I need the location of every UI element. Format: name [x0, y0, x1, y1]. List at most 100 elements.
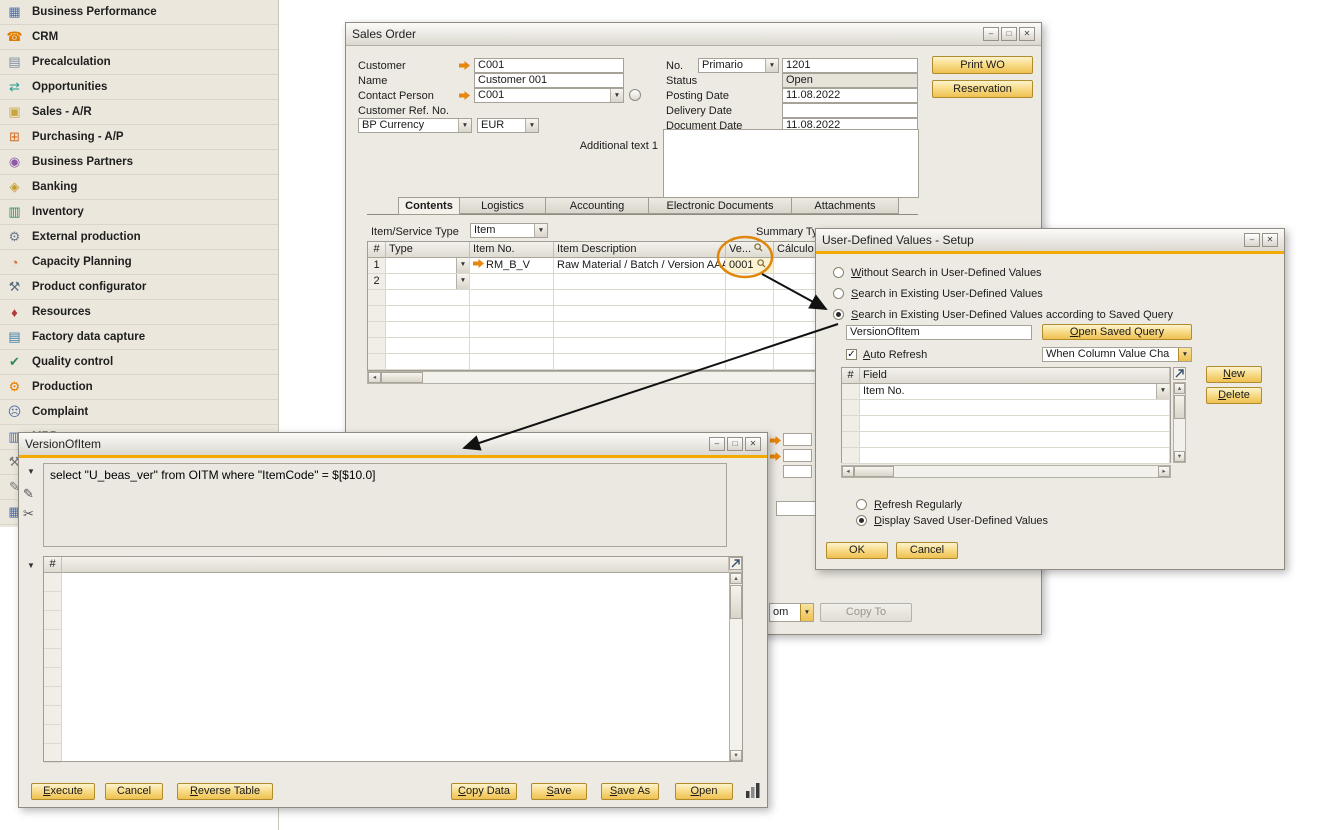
radio-saved-query-label[interactable]: Search in Existing User-Defined Values a…: [851, 309, 1173, 321]
scroll-up-icon[interactable]: ▴: [730, 573, 742, 584]
minimize-icon[interactable]: [1244, 233, 1260, 247]
radio-without-search[interactable]: [833, 267, 844, 278]
posting-date-field[interactable]: 11.08.2022: [782, 88, 918, 103]
contact-options-icon[interactable]: [629, 89, 641, 101]
chevron-down-icon[interactable]: [1178, 348, 1191, 361]
item-no-cell[interactable]: [470, 274, 554, 290]
field-grid-hscrollbar[interactable]: ◂ ▸: [841, 465, 1171, 478]
chevron-down-icon[interactable]: [610, 89, 623, 102]
sidebar-item-factory-data-capture[interactable]: Factory data capture: [0, 325, 278, 350]
edit-pencil-icon[interactable]: ✎: [23, 486, 34, 502]
link-arrow-icon[interactable]: [459, 91, 470, 100]
new-button[interactable]: New: [1206, 366, 1262, 383]
search-icon[interactable]: [757, 259, 766, 268]
type-cell[interactable]: [386, 274, 470, 290]
ok-button[interactable]: OK: [826, 542, 888, 559]
total-field-fragment[interactable]: [783, 449, 812, 462]
results-vscrollbar[interactable]: ▴ ▾: [729, 573, 742, 761]
sidebar-item-external-production[interactable]: External production: [0, 225, 278, 250]
close-icon[interactable]: [745, 437, 761, 451]
sidebar-item-production[interactable]: Production: [0, 375, 278, 400]
sidebar-item-inventory[interactable]: Inventory: [0, 200, 278, 225]
tab-accounting[interactable]: Accounting: [546, 197, 649, 214]
total-field-fragment[interactable]: [783, 433, 812, 446]
sidebar-item-quality-control[interactable]: Quality control: [0, 350, 278, 375]
scroll-down-icon[interactable]: ▾: [1174, 451, 1185, 462]
item-service-type-combo[interactable]: Item: [470, 223, 548, 238]
link-arrow-icon[interactable]: [473, 259, 484, 268]
saved-query-name-field[interactable]: VersionOfItem: [846, 325, 1032, 340]
delivery-date-field[interactable]: [782, 103, 918, 118]
sql-editor[interactable]: select "U_beas_ver" from OITM where "Ite…: [43, 463, 727, 547]
chevron-down-icon[interactable]: [1156, 384, 1169, 399]
save-button[interactable]: Save: [531, 783, 587, 800]
scroll-thumb[interactable]: [381, 372, 423, 383]
sidebar-item-banking[interactable]: Banking: [0, 175, 278, 200]
bp-currency-combo[interactable]: BP Currency: [358, 118, 472, 133]
query-window-titlebar[interactable]: VersionOfItem: [19, 433, 767, 458]
udv-titlebar[interactable]: User-Defined Values - Setup: [816, 229, 1284, 254]
copy-from-dropdown-fragment[interactable]: om: [769, 603, 814, 622]
chevron-down-icon[interactable]: [534, 224, 547, 237]
auto-refresh-label[interactable]: Auto Refresh: [863, 349, 927, 361]
additional-text-area[interactable]: [663, 129, 919, 198]
radio-existing-values-label[interactable]: Search in Existing User-Defined Values: [851, 288, 1043, 300]
contact-person-combo[interactable]: C001: [474, 88, 624, 103]
radio-display-saved[interactable]: [856, 515, 867, 526]
sidebar-item-business-performance[interactable]: Business Performance: [0, 0, 278, 25]
scroll-left-icon[interactable]: ◂: [368, 372, 381, 383]
results-section-caret[interactable]: ▼: [27, 561, 35, 570]
tab-electronic-documents[interactable]: Electronic Documents: [649, 197, 792, 214]
reverse-table-button[interactable]: Reverse Table: [177, 783, 273, 800]
link-arrow-icon[interactable]: [770, 452, 781, 461]
sidebar-item-capacity-planning[interactable]: Capacity Planning: [0, 250, 278, 275]
item-no-cell[interactable]: RM_B_V: [470, 258, 554, 274]
sidebar-item-crm[interactable]: CRM: [0, 25, 278, 50]
print-wo-button[interactable]: Print WO: [932, 56, 1033, 74]
chevron-down-icon[interactable]: [800, 604, 813, 621]
scroll-left-icon[interactable]: ◂: [842, 466, 854, 477]
radio-saved-query[interactable]: [833, 309, 844, 320]
auto-refresh-checkbox[interactable]: ✓: [846, 349, 857, 360]
maximize-icon[interactable]: [1001, 27, 1017, 41]
copy-data-button[interactable]: Copy Data: [451, 783, 517, 800]
maximize-icon[interactable]: [727, 437, 743, 451]
sidebar-item-product-configurator[interactable]: Product configurator: [0, 275, 278, 300]
radio-without-search-label[interactable]: Without Search in User-Defined Values: [851, 267, 1042, 279]
sidebar-item-purchasing-ap[interactable]: Purchasing - A/P: [0, 125, 278, 150]
cancel-button[interactable]: Cancel: [105, 783, 163, 800]
save-as-button[interactable]: Save As: [601, 783, 659, 800]
description-cell[interactable]: Raw Material / Batch / Version AAA: [554, 258, 726, 274]
version-cell[interactable]: 0001: [726, 258, 774, 274]
chevron-down-icon[interactable]: [458, 119, 471, 132]
open-saved-query-button[interactable]: Open Saved Query: [1042, 324, 1192, 340]
chevron-down-icon[interactable]: [456, 258, 469, 273]
sales-order-titlebar[interactable]: Sales Order: [346, 23, 1041, 46]
sql-section-caret[interactable]: ▼: [27, 467, 35, 476]
copy-to-button[interactable]: Copy To: [820, 603, 912, 622]
syntax-check-icon[interactable]: ✂: [23, 506, 34, 522]
sidebar-item-complaint[interactable]: Complaint: [0, 400, 278, 425]
chevron-down-icon[interactable]: [456, 274, 469, 289]
minimize-icon[interactable]: [983, 27, 999, 41]
sidebar-item-precalculation[interactable]: Precalculation: [0, 50, 278, 75]
delete-button[interactable]: Delete: [1206, 387, 1262, 404]
field-cell[interactable]: Item No.: [860, 384, 1170, 400]
radio-refresh-regularly[interactable]: [856, 499, 867, 510]
tab-contents[interactable]: Contents: [398, 197, 460, 215]
scroll-thumb[interactable]: [854, 466, 894, 477]
cancel-button[interactable]: Cancel: [896, 542, 958, 559]
close-icon[interactable]: [1019, 27, 1035, 41]
radio-refresh-regularly-label[interactable]: Refresh Regularly: [874, 499, 962, 511]
docnum-field[interactable]: 1201: [782, 58, 918, 73]
sidebar-item-opportunities[interactable]: Opportunities: [0, 75, 278, 100]
expand-grid-icon[interactable]: [1173, 367, 1186, 380]
currency-combo[interactable]: EUR: [477, 118, 539, 133]
total-field-fragment[interactable]: [783, 465, 812, 478]
chart-icon[interactable]: [745, 782, 761, 799]
link-arrow-icon[interactable]: [459, 61, 470, 70]
name-field[interactable]: Customer 001: [474, 73, 624, 88]
sidebar-item-resources[interactable]: Resources: [0, 300, 278, 325]
close-icon[interactable]: [1262, 233, 1278, 247]
scroll-right-icon[interactable]: ▸: [1158, 466, 1170, 477]
